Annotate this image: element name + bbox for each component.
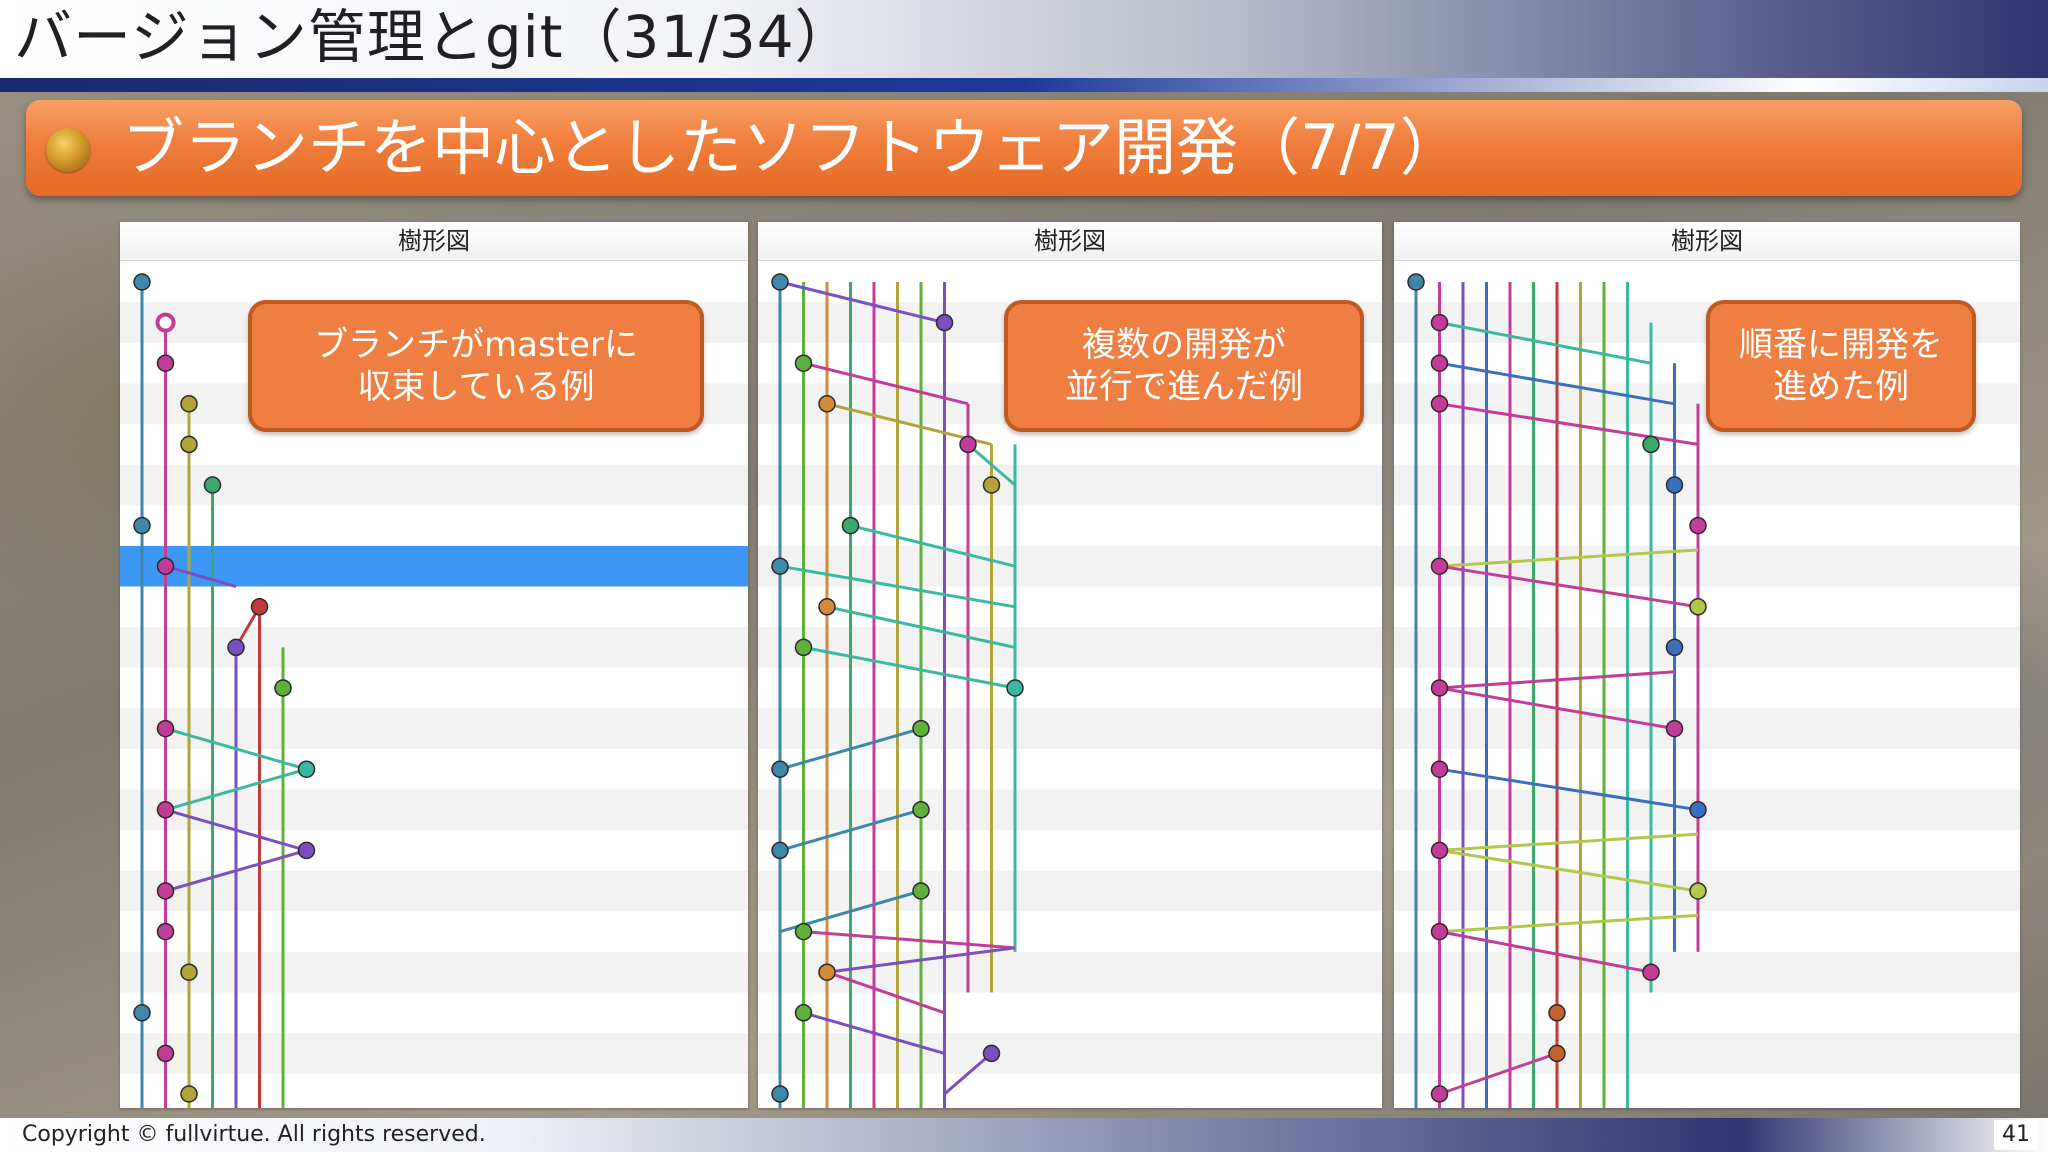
commit-node bbox=[156, 1044, 175, 1063]
callout-box: 順番に開発を 進めた例 bbox=[1706, 300, 1976, 432]
commit-graph-panel-parallel: 樹形図 複数の開発が 並行で進んだ例 bbox=[758, 222, 1382, 1108]
commit-node bbox=[982, 1044, 1001, 1063]
commit-node bbox=[771, 760, 789, 778]
commit-node bbox=[1665, 476, 1684, 494]
commit-node bbox=[297, 760, 316, 778]
commit-node bbox=[1430, 557, 1449, 575]
commit-node bbox=[274, 679, 292, 697]
commit-node bbox=[1407, 273, 1425, 291]
commit-node bbox=[818, 598, 836, 616]
commit-node bbox=[156, 882, 175, 900]
title-underline bbox=[0, 78, 2048, 92]
commit-node bbox=[794, 922, 813, 941]
commit-node bbox=[1689, 598, 1707, 616]
commit-node bbox=[771, 841, 789, 860]
commit-node bbox=[912, 801, 930, 819]
commit-node bbox=[297, 841, 316, 860]
commit-node bbox=[982, 476, 1001, 494]
commit-node bbox=[794, 354, 813, 372]
commit-node bbox=[180, 395, 198, 413]
commit-node bbox=[1548, 1004, 1566, 1022]
commit-node bbox=[1430, 841, 1449, 860]
commit-node bbox=[959, 435, 977, 454]
row-stripe bbox=[120, 951, 748, 993]
commit-node bbox=[1642, 435, 1660, 454]
row-stripe bbox=[120, 1073, 748, 1108]
commit-node bbox=[1430, 1085, 1449, 1103]
commit-node bbox=[1430, 922, 1449, 941]
commit-node bbox=[771, 557, 789, 575]
commit-node bbox=[250, 598, 269, 616]
row-stripe bbox=[120, 505, 748, 546]
commit-node bbox=[1430, 395, 1449, 413]
commit-node bbox=[180, 963, 198, 981]
commit-node bbox=[156, 719, 175, 738]
commit-node bbox=[1665, 719, 1684, 738]
commit-node bbox=[771, 1085, 789, 1103]
commit-graph-panel-converge: 樹形図 ブランチがmasterに 収束している例 bbox=[120, 222, 748, 1108]
commit-node bbox=[1430, 354, 1449, 372]
commit-node bbox=[794, 638, 813, 657]
row-stripe bbox=[120, 748, 748, 790]
commit-node bbox=[1689, 801, 1707, 819]
commit-node bbox=[156, 801, 175, 819]
slide-title-bar: バージョン管理とgit（31/34） bbox=[0, 0, 2048, 78]
commit-node bbox=[1642, 963, 1660, 981]
commit-node bbox=[203, 476, 222, 494]
page-number: 41 bbox=[1994, 1120, 2038, 1150]
row-stripe bbox=[120, 830, 748, 871]
commit-node bbox=[1430, 679, 1449, 697]
section-heading: ブランチを中心としたソフトウェア開発（7/7） bbox=[122, 111, 1462, 184]
commit-node bbox=[818, 395, 836, 413]
commit-node bbox=[771, 273, 789, 291]
row-stripe bbox=[120, 992, 748, 1034]
commit-node bbox=[841, 516, 860, 535]
commit-node bbox=[1665, 638, 1684, 657]
commit-graph-panel-sequential: 樹形図 順番に開発を 進めた例 bbox=[1394, 222, 2020, 1108]
commit-node bbox=[1006, 679, 1024, 697]
commit-node bbox=[1548, 1044, 1566, 1063]
callout-box: 複数の開発が 並行で進んだ例 bbox=[1004, 300, 1364, 432]
commit-node bbox=[1689, 516, 1707, 535]
commit-node bbox=[156, 922, 175, 941]
commit-node bbox=[912, 882, 930, 900]
commit-node bbox=[794, 1004, 813, 1022]
row-stripe bbox=[120, 1033, 748, 1074]
commit-node bbox=[818, 963, 836, 981]
footer-bar: Copyright © fullvirtue. All rights reser… bbox=[0, 1118, 2048, 1152]
commit-node bbox=[227, 638, 245, 657]
row-stripe bbox=[120, 911, 748, 952]
callout-text: ブランチがmasterに 収束している例 bbox=[314, 325, 638, 407]
callout-text: 複数の開発が 並行で進んだ例 bbox=[1065, 325, 1303, 407]
panel-header: 樹形図 bbox=[120, 222, 748, 261]
copyright-text: Copyright © fullvirtue. All rights reser… bbox=[22, 1122, 486, 1147]
panel-header: 樹形図 bbox=[1394, 222, 2020, 261]
commit-node bbox=[156, 557, 175, 575]
row-stripe bbox=[120, 667, 748, 709]
commit-node bbox=[912, 719, 930, 738]
commit-node bbox=[1430, 760, 1449, 778]
bullet-icon bbox=[46, 128, 90, 172]
commit-node bbox=[1430, 313, 1449, 332]
callout-box: ブランチがmasterに 収束している例 bbox=[248, 300, 704, 432]
commit-node bbox=[155, 312, 176, 333]
commit-node bbox=[133, 273, 151, 291]
row-stripe bbox=[120, 586, 748, 628]
commit-node bbox=[133, 1004, 151, 1022]
commit-node bbox=[156, 354, 175, 372]
section-banner: ブランチを中心としたソフトウェア開発（7/7） bbox=[26, 100, 2022, 196]
row-stripe bbox=[120, 627, 748, 668]
row-stripe bbox=[120, 261, 748, 303]
commit-node bbox=[1689, 882, 1707, 900]
commit-node bbox=[935, 313, 954, 332]
slide-title: バージョン管理とgit（31/34） bbox=[14, 3, 854, 71]
panel-header: 樹形図 bbox=[758, 222, 1382, 261]
commit-node bbox=[180, 435, 198, 454]
commit-node bbox=[133, 516, 151, 535]
commit-node bbox=[180, 1085, 198, 1103]
callout-text: 順番に開発を 進めた例 bbox=[1739, 325, 1943, 407]
